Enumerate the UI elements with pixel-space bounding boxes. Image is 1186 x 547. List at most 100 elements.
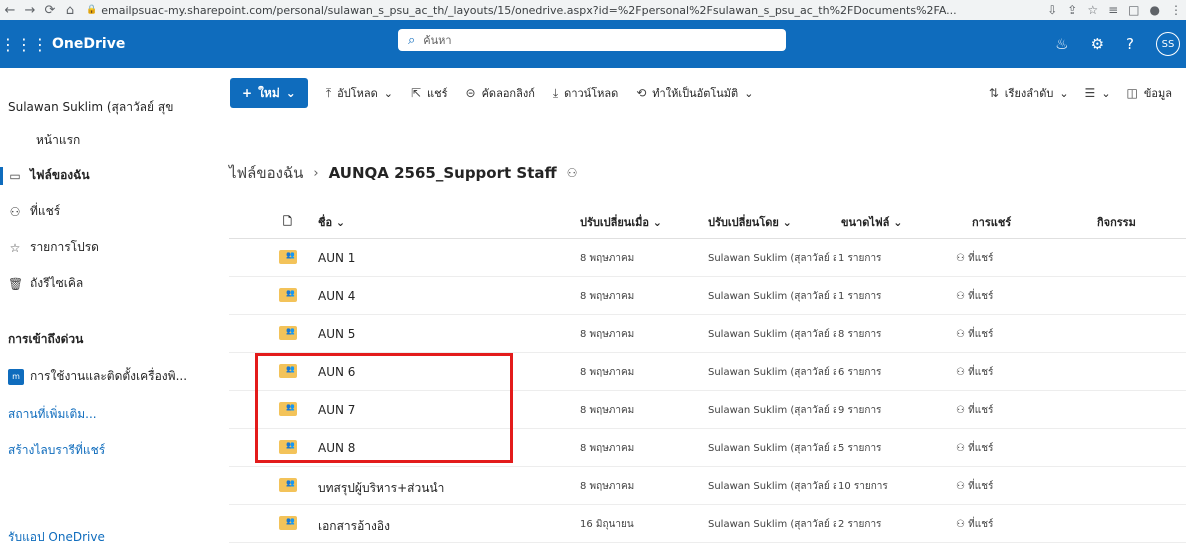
file-modified: 8 พฤษภาคม	[580, 481, 635, 492]
file-modified: 8 พฤษภาคม	[580, 443, 635, 454]
file-name[interactable]: บทสรุปผู้บริหาร+ส่วนนำ	[318, 479, 444, 498]
file-size: 5 รายการ	[838, 443, 882, 454]
sharing-label: ที่แชร์	[968, 329, 994, 340]
column-size[interactable]: ขนาดไฟล์ ⌄	[841, 213, 902, 231]
file-size: 8 รายการ	[838, 329, 882, 340]
file-modified-by: Sulawan Suklim (สุลาวัลย์ ส	[708, 367, 836, 378]
nav-item-shared[interactable]: ⚇ ที่แชร์	[8, 202, 61, 221]
chevron-down-icon: ⌄	[1101, 86, 1111, 100]
details-button[interactable]: ◫ ข้อมูล	[1127, 84, 1172, 102]
copy-link-label: คัดลอกลิงก์	[481, 87, 535, 100]
view-button[interactable]: ☰ ⌄	[1085, 86, 1111, 100]
link-icon: ⊝	[465, 86, 476, 100]
upload-button[interactable]: ⤒ อัปโหลด ⌄	[326, 84, 393, 102]
nav-item-recycle-bin[interactable]: 🗑 ถังรีไซเคิล	[8, 274, 83, 293]
reading-list-icon[interactable]: ≡	[1108, 3, 1118, 17]
menu-kebab-icon[interactable]: ⋮	[1170, 3, 1182, 17]
get-app-link[interactable]: รับแอป OneDrive	[8, 528, 105, 547]
chevron-down-icon: ⌄	[1059, 86, 1069, 100]
forward-icon[interactable]: →	[20, 3, 40, 18]
file-name[interactable]: AUN 5	[318, 327, 355, 341]
file-sharing: ⚇ ที่แชร์	[956, 405, 994, 416]
sidepanel-icon[interactable]: □	[1128, 3, 1139, 17]
profile-icon[interactable]: ●	[1150, 3, 1160, 17]
table-row[interactable]: AUN 5 8 พฤษภาคม Sulawan Suklim (สุลาวัลย…	[229, 315, 1186, 353]
file-modified: 8 พฤษภาคม	[580, 367, 635, 378]
share-button[interactable]: ⇱ แชร์	[411, 84, 448, 102]
download-button[interactable]: ⤓ ดาวน์โหลด	[553, 84, 618, 102]
file-name[interactable]: เอกสารอ้างอิง	[318, 517, 390, 536]
address-bar[interactable]: 🔒 emailpsuac-my.sharepoint.com/personal/…	[86, 1, 1006, 19]
quick-access-item[interactable]: m การใช้งานและติดตั้งเครื่องพิ...	[8, 367, 187, 386]
bookmark-star-icon[interactable]: ☆	[1087, 3, 1098, 17]
column-modified[interactable]: ปรับเปลี่ยนเมื่อ ⌄	[580, 213, 662, 231]
help-icon[interactable]: ?	[1126, 35, 1134, 53]
premium-icon[interactable]: ♨	[1055, 35, 1068, 53]
automate-label: ทำให้เป็นอัตโนมัติ	[652, 87, 739, 100]
gear-icon[interactable]: ⚙	[1091, 35, 1104, 53]
sharing-label: ที่แชร์	[968, 443, 994, 454]
more-places-link[interactable]: สถานที่เพิ่มเติม...	[8, 405, 97, 424]
copy-link-button[interactable]: ⊝ คัดลอกลิงก์	[466, 84, 535, 102]
nav-home[interactable]: หน้าแรก	[36, 131, 80, 150]
lock-icon: 🔒	[86, 5, 98, 15]
nav-item-favorites[interactable]: ☆ รายการโปรด	[8, 238, 99, 257]
column-activity[interactable]: กิจกรรม	[1097, 213, 1136, 231]
download-icon: ⤓	[552, 85, 559, 100]
column-modified-by-label: ปรับเปลี่ยนโดย	[708, 216, 779, 229]
site-icon: m	[8, 368, 24, 385]
nav-label: ไฟล์ของฉัน	[30, 168, 90, 182]
file-modified-by: Sulawan Suklim (สุลาวัลย์ ส	[708, 291, 836, 302]
details-label: ข้อมูล	[1143, 87, 1172, 100]
home-icon[interactable]: ⌂	[60, 3, 80, 18]
selection-indicator	[0, 167, 3, 185]
chevron-down-icon: ⌄	[744, 86, 754, 100]
shared-folder-icon	[279, 516, 297, 530]
search-input[interactable]: ค้นหา	[423, 31, 451, 49]
upload-icon: ⤒	[325, 85, 332, 100]
install-icon[interactable]: ⇩	[1047, 3, 1057, 17]
file-name[interactable]: AUN 4	[318, 289, 355, 303]
sharing-label: ที่แชร์	[968, 405, 994, 416]
table-row[interactable]: เอกสารอ้างอิง 16 มิถุนายน Sulawan Suklim…	[229, 505, 1186, 543]
breadcrumb-root[interactable]: ไฟล์ของฉัน	[229, 161, 303, 185]
file-type-icon[interactable]: 🗋	[283, 213, 292, 232]
highlight-box	[255, 353, 513, 463]
column-modified-label: ปรับเปลี่ยนเมื่อ	[580, 216, 649, 229]
share-label: แชร์	[427, 87, 448, 100]
sort-button[interactable]: ⇅ เรียงลำดับ ⌄	[989, 84, 1069, 102]
app-name[interactable]: OneDrive	[52, 36, 125, 52]
file-modified-by: Sulawan Suklim (สุลาวัลย์ ส	[708, 443, 836, 454]
file-name[interactable]: AUN 1	[318, 251, 355, 265]
sort-icon: ⇅	[988, 86, 999, 100]
back-icon[interactable]: ←	[0, 3, 20, 18]
app-launcher-icon[interactable]: ⋮⋮⋮	[0, 35, 48, 54]
automate-button[interactable]: ⟲ ทำให้เป็นอัตโนมัติ ⌄	[636, 84, 753, 102]
column-sharing[interactable]: การแชร์	[972, 213, 1011, 231]
create-library-link[interactable]: สร้างไลบรารีที่แชร์	[8, 441, 105, 460]
share-page-icon[interactable]: ⇪	[1067, 3, 1077, 17]
nav-label: ถังรีไซเคิล	[30, 276, 84, 290]
nav-label: รายการโปรด	[30, 240, 99, 254]
table-row[interactable]: AUN 4 8 พฤษภาคม Sulawan Suklim (สุลาวัลย…	[229, 277, 1186, 315]
reload-icon[interactable]: ⟳	[40, 3, 60, 18]
file-sharing: ⚇ ที่แชร์	[956, 291, 994, 302]
file-modified: 8 พฤษภาคม	[580, 291, 635, 302]
file-size: 1 รายการ	[838, 253, 882, 264]
file-sharing: ⚇ ที่แชร์	[956, 481, 994, 492]
avatar[interactable]: SS	[1156, 32, 1180, 56]
sort-label: เรียงลำดับ	[1004, 87, 1054, 100]
upload-label: อัปโหลด	[337, 87, 378, 100]
new-button[interactable]: + ใหม่ ⌄	[230, 78, 308, 108]
breadcrumb-current: AUNQA 2565_Support Staff	[328, 164, 557, 182]
column-name[interactable]: ชื่อ ⌄	[318, 213, 345, 231]
list-view-icon: ☰	[1084, 86, 1096, 100]
plus-icon: +	[242, 86, 253, 100]
nav-item-my-files[interactable]: ▭ ไฟล์ของฉัน	[8, 166, 90, 185]
table-row[interactable]: บทสรุปผู้บริหาร+ส่วนนำ 8 พฤษภาคม Sulawan…	[229, 467, 1186, 505]
table-row[interactable]: AUN 1 8 พฤษภาคม Sulawan Suklim (สุลาวัลย…	[229, 239, 1186, 277]
quick-access-title: การเข้าถึงด่วน	[8, 332, 84, 346]
search-box[interactable]: ⌕ ค้นหา	[398, 29, 786, 51]
column-modified-by[interactable]: ปรับเปลี่ยนโดย ⌄	[708, 213, 792, 231]
chevron-down-icon: ⌄	[285, 86, 296, 100]
